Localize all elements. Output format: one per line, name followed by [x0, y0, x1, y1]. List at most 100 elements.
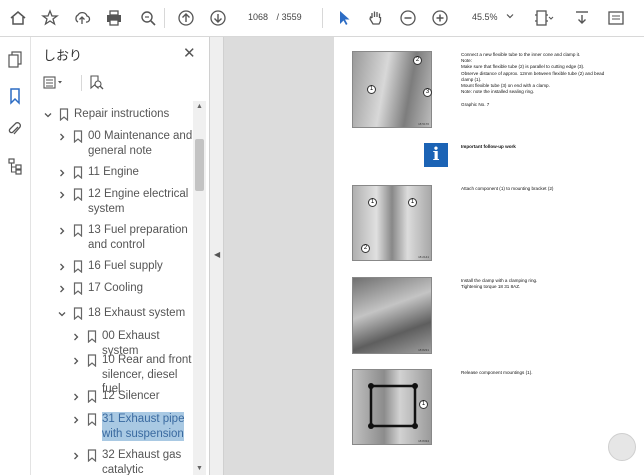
figure-ref: 18 2141	[418, 255, 429, 259]
zoom-level[interactable]: 45.5%	[472, 12, 498, 22]
pages-icon[interactable]	[4, 49, 26, 71]
chevron-right-icon[interactable]	[57, 190, 67, 200]
bookmark-label-line: 12 Engine electrical	[88, 188, 189, 200]
bookmark-label-line: 17 Cooling	[88, 282, 143, 294]
panel-scrollbar[interactable]: ▲ ▼	[193, 101, 206, 475]
bookmark-icon	[87, 449, 97, 462]
attachment-icon[interactable]	[4, 119, 26, 141]
bookmark-icon	[73, 166, 83, 179]
print-icon[interactable]	[102, 6, 126, 30]
page-up-icon[interactable]	[174, 6, 198, 30]
figure-mounting-bracket: 1 1 2 18 2141	[352, 185, 432, 261]
chevron-down-icon[interactable]	[57, 309, 67, 319]
download-icon[interactable]	[570, 6, 594, 30]
bookmark-label: 12 Silencer	[102, 389, 160, 404]
collapse-panel-icon[interactable]: ◀	[214, 250, 220, 259]
bookmark-label: Repair instructions	[74, 107, 169, 122]
select-arrow-icon[interactable]	[332, 6, 356, 30]
figure-mountings: 1 18 8334	[352, 369, 432, 445]
scroll-thumb[interactable]	[195, 139, 204, 191]
info-icon: i	[424, 143, 448, 167]
chevron-right-icon[interactable]	[57, 262, 67, 272]
zoom-dropdown-icon[interactable]	[506, 12, 514, 20]
search-icon[interactable]	[136, 6, 160, 30]
bookmark-label-line: 00 Maintenance and	[88, 130, 193, 142]
bookmark-star-icon[interactable]	[38, 6, 62, 30]
hand-icon[interactable]	[364, 6, 388, 30]
main-toolbar: 1068 / 3559 45.5%	[0, 0, 644, 37]
bookmark-label: 18 Exhaust system	[88, 306, 185, 321]
chevron-right-icon[interactable]	[57, 132, 67, 142]
chevron-right-icon[interactable]	[71, 451, 81, 461]
figure-ref: 18 8334	[418, 439, 429, 443]
zoom-in-icon[interactable]	[428, 6, 452, 30]
text-line: Graphic No. 7	[461, 101, 490, 107]
find-bookmark-icon[interactable]	[85, 73, 107, 93]
scroll-up-icon[interactable]: ▲	[193, 101, 206, 113]
bookmark-label: 32 Exhaust gas catalytic converter	[102, 448, 194, 475]
current-page[interactable]: 1068	[248, 12, 268, 22]
upload-cloud-icon[interactable]	[70, 6, 94, 30]
panel-splitter[interactable]: ◀	[210, 37, 224, 475]
total-pages: 3559	[281, 12, 302, 22]
bookmark-label-line: catalytic converter	[102, 463, 144, 475]
text-line: Attach component (1) to mounting bracket…	[461, 186, 554, 191]
instruction-block-5: Release component mountings (1).	[461, 370, 641, 376]
bookmarks-panel: しおり ✕ Repair instructions 00 Maintenance …	[31, 37, 210, 475]
bookmarks-icon[interactable]	[4, 85, 26, 107]
structure-icon[interactable]	[4, 155, 26, 177]
callout: 1	[419, 400, 428, 409]
bookmark-label: 12 Engine electrical system	[88, 187, 188, 216]
zoom-out-icon[interactable]	[396, 6, 420, 30]
callout: 1	[408, 198, 417, 207]
bookmark-label: 16 Fuel supply	[88, 259, 163, 274]
chevron-right-icon[interactable]	[57, 168, 67, 178]
figure-clamp: 18 8231	[352, 277, 432, 354]
bookmark-icon	[87, 413, 97, 426]
callout: 2	[413, 56, 422, 65]
chevron-right-icon[interactable]	[71, 392, 81, 402]
bookmark-icon	[59, 108, 69, 121]
page-number-field[interactable]: 1068 / 3559	[248, 12, 302, 22]
chevron-right-icon[interactable]	[71, 415, 81, 425]
figure-ref: 18 8231	[418, 348, 429, 352]
scroll-down-icon[interactable]: ▼	[193, 463, 206, 475]
callout: 3	[423, 88, 432, 97]
bookmark-icon	[87, 330, 97, 343]
options-menu-icon[interactable]	[43, 73, 65, 93]
text-line: Release component mountings (1).	[461, 370, 533, 375]
bookmark-label-line: Repair instructions	[74, 108, 170, 120]
fit-page-icon[interactable]	[532, 6, 556, 30]
bookmark-icon	[73, 260, 83, 273]
figure-ref: 18 5170	[418, 122, 429, 126]
bookmark-icon	[87, 390, 97, 403]
left-rail	[0, 37, 31, 475]
callout: 1	[368, 198, 377, 207]
document-viewer[interactable]: 2 3 1 18 5170 Connect a new flexible tub…	[224, 37, 644, 475]
more-icon[interactable]	[604, 6, 628, 30]
chevron-right-icon[interactable]	[57, 226, 67, 236]
figure-flexible-tube: 2 3 1 18 5170	[352, 51, 432, 128]
chevron-right-icon[interactable]	[57, 284, 67, 294]
bookmark-icon	[73, 307, 83, 320]
home-icon[interactable]	[6, 6, 30, 30]
bookmark-label-line: with suspension	[102, 427, 184, 440]
close-icon[interactable]: ✕	[183, 44, 196, 62]
page-separator: /	[276, 12, 280, 22]
bookmark-label-line: 12 Silencer	[102, 390, 160, 402]
bookmark-label-line: general note	[88, 144, 152, 157]
bookmark-label-line: 16 Fuel supply	[88, 260, 163, 272]
chevron-down-icon[interactable]	[43, 110, 53, 120]
page-down-icon[interactable]	[206, 6, 230, 30]
chevron-right-icon[interactable]	[71, 356, 81, 366]
bookmark-label-line: system	[88, 202, 125, 215]
callout: 1	[367, 85, 376, 94]
callout: 2	[361, 244, 370, 253]
bookmark-icon	[73, 224, 83, 237]
floating-zoom-button[interactable]	[608, 433, 636, 461]
bookmark-label: 11 Engine	[88, 165, 139, 180]
instruction-block-1: Connect a new flexible tube to the inner…	[461, 52, 641, 108]
bookmark-label: 13 Fuel preparation and control	[88, 223, 188, 252]
chevron-right-icon[interactable]	[71, 332, 81, 342]
instruction-block-4: Install the clamp with a clamping ring. …	[461, 278, 641, 290]
